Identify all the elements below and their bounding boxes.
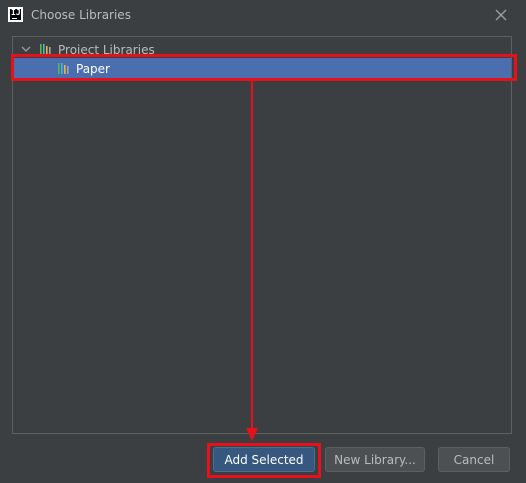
close-button[interactable] — [492, 6, 510, 24]
tree-node-paper[interactable]: Paper — [13, 58, 511, 78]
chevron-down-icon[interactable] — [21, 44, 31, 54]
new-library-button[interactable]: New Library... — [325, 447, 425, 472]
dialog-title: Choose Libraries — [31, 8, 131, 22]
library-icon — [40, 44, 51, 55]
library-tree[interactable]: Project Libraries Paper — [12, 36, 512, 434]
tree-node-label: Paper — [76, 62, 110, 76]
library-icon — [58, 63, 69, 74]
tree-node-project-libraries[interactable]: Project Libraries — [13, 39, 511, 59]
title-bar: IJ Choose Libraries — [0, 0, 526, 30]
intellij-icon: IJ — [8, 7, 23, 22]
cancel-button[interactable]: Cancel — [438, 447, 510, 472]
tree-node-label: Project Libraries — [58, 43, 155, 57]
add-selected-button[interactable]: Add Selected — [213, 447, 315, 472]
close-icon — [495, 9, 507, 21]
choose-libraries-dialog: IJ Choose Libraries Project Libraries Pa… — [0, 0, 526, 483]
